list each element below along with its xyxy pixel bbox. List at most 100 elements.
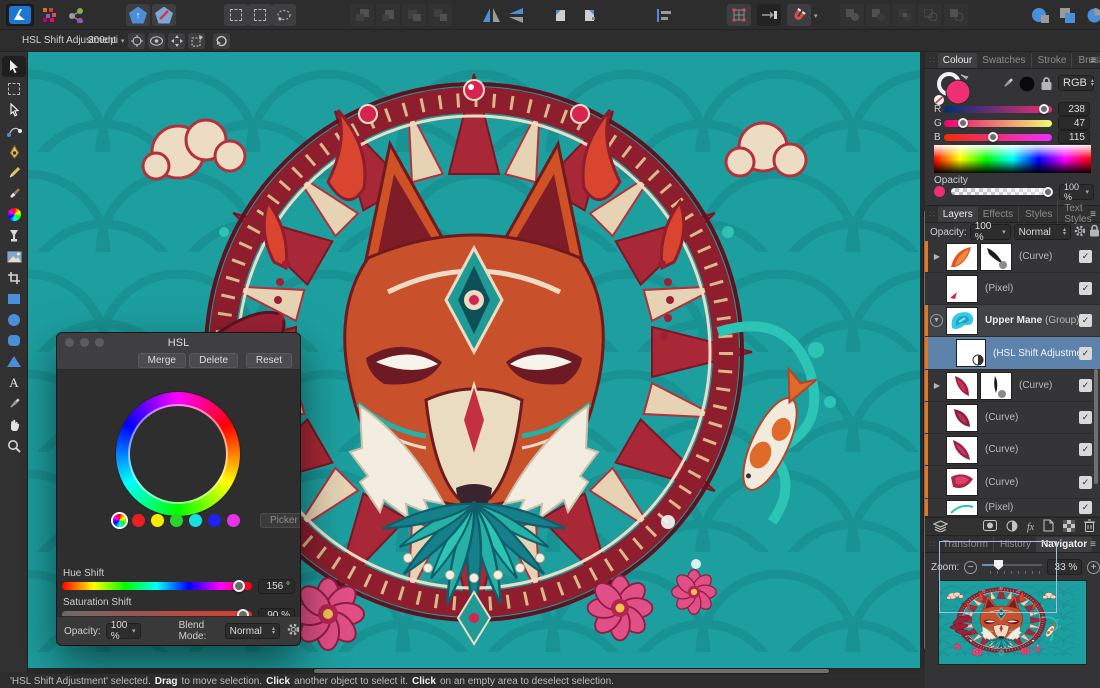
layer-row-hsl-adjustment-selected[interactable]: (HSL Shift Adjustment) — [925, 337, 1100, 370]
layer-row-curve-5[interactable]: (Curve) — [925, 466, 1100, 499]
badge-up-button[interactable]: ↑ — [126, 4, 150, 26]
expand-chevron-icon[interactable]: ▶ — [931, 252, 943, 261]
tab-stroke[interactable]: Stroke — [1030, 52, 1072, 68]
export-persona-button[interactable] — [64, 4, 88, 26]
badge-edit-button[interactable] — [152, 4, 176, 26]
tab-effects[interactable]: Effects — [978, 207, 1018, 222]
eyedropper-tool[interactable] — [2, 394, 26, 413]
hue-shift-value[interactable]: 156 ° — [258, 579, 295, 594]
layers-lock-button[interactable] — [1089, 224, 1100, 240]
reset-button[interactable]: Reset — [245, 353, 292, 368]
navigator-viewport-rect[interactable] — [939, 541, 1057, 613]
collapse-chevron-icon[interactable]: ▼ — [930, 314, 943, 327]
green-channel-value[interactable]: 47 — [1058, 116, 1090, 130]
insert-behind-button[interactable] — [248, 4, 272, 26]
panel-drag-handle[interactable]: ∷ — [929, 209, 935, 220]
layer-row-curve-4[interactable]: (Curve) — [925, 434, 1100, 466]
vector-crop-tool[interactable] — [2, 268, 26, 287]
delete-layer-button[interactable] — [1084, 519, 1096, 535]
colour-opacity-slider[interactable] — [951, 186, 1053, 197]
edit-selection-button[interactable] — [272, 4, 296, 26]
layer-row-pixel-2[interactable]: (Pixel) — [925, 499, 1100, 517]
dialog-opacity-combo[interactable]: 100 % ▾ — [105, 620, 141, 642]
tab-styles[interactable]: Styles — [1018, 206, 1057, 222]
target-button[interactable] — [128, 33, 145, 49]
blend-mode-combo[interactable]: Normal ▴ ▾ — [224, 623, 280, 639]
layer-visibility-checkbox[interactable] — [1079, 314, 1092, 327]
insert-inside-button[interactable] — [224, 4, 248, 26]
layers-opacity-combo[interactable]: 100 % ▾ — [969, 221, 1011, 243]
layer-visibility-checkbox[interactable] — [1079, 443, 1092, 456]
red-channel-slider[interactable] — [944, 104, 1052, 114]
move-to-front-button[interactable] — [350, 4, 374, 26]
layers-gear-button[interactable] — [1074, 225, 1086, 240]
layer-visibility-checkbox[interactable] — [1079, 475, 1092, 489]
merge-button[interactable]: Merge — [137, 353, 186, 368]
green-channel-slider[interactable] — [944, 118, 1052, 128]
blue-channel-value[interactable]: 115 — [1058, 130, 1090, 144]
layer-visibility-checkbox[interactable] — [1079, 346, 1092, 360]
hand-tool[interactable] — [2, 415, 26, 434]
layer-visibility-checkbox[interactable] — [1079, 501, 1092, 514]
panel-menu-icon[interactable]: ≡ — [1090, 209, 1096, 220]
hue-colour-wheel[interactable] — [116, 392, 240, 516]
hsl-dialog-titlebar[interactable]: HSL — [57, 333, 300, 352]
boolean-subtract-button[interactable] — [866, 4, 890, 26]
expand-chevron-icon[interactable]: ▶ — [931, 381, 943, 390]
geometry-pie-button[interactable] — [1082, 4, 1100, 26]
boolean-add-button[interactable] — [840, 4, 864, 26]
layer-visibility-checkbox[interactable] — [1079, 411, 1092, 424]
panel-menu-icon[interactable]: ≡ — [1090, 539, 1096, 550]
affinity-logo[interactable] — [6, 4, 34, 26]
red-channel-dot[interactable] — [132, 514, 145, 527]
tab-layers[interactable]: Layers — [937, 206, 978, 222]
cycle-selection-button[interactable] — [213, 33, 230, 49]
snapping-magnet-button[interactable] — [787, 4, 811, 26]
layer-effects-button[interactable]: fx — [1027, 522, 1034, 533]
hue-shift-slider[interactable] — [62, 580, 252, 592]
dialog-gear-button[interactable] — [287, 623, 300, 639]
layer-stack-button[interactable] — [932, 519, 949, 535]
move-backward-button[interactable] — [402, 4, 426, 26]
panel-drag-handle[interactable]: ∷ — [929, 539, 935, 550]
red-channel-value[interactable]: 238 — [1058, 102, 1090, 116]
layer-visibility-checkbox[interactable] — [1079, 250, 1092, 263]
tab-colour[interactable]: Colour — [937, 52, 978, 68]
point-transform-tool[interactable] — [2, 121, 26, 140]
pencil-tool[interactable] — [2, 163, 26, 182]
layer-row-curve-1[interactable]: ▶ (Curve) — [925, 241, 1100, 273]
colour-eyedropper[interactable] — [997, 74, 1037, 94]
geometry-merge-button[interactable] — [1056, 4, 1080, 26]
layer-row-pixel-1[interactable]: (Pixel) — [925, 273, 1100, 305]
ellipse-tool[interactable] — [2, 310, 26, 329]
layer-visibility-checkbox[interactable] — [1079, 379, 1092, 392]
snap-toggle-button[interactable] — [757, 4, 781, 26]
pixel-persona-button[interactable] — [38, 4, 62, 26]
panel-menu-icon[interactable]: ≡ — [1090, 55, 1096, 66]
rotate-ccw-button[interactable] — [549, 4, 573, 26]
colour-spectrum-box[interactable] — [934, 145, 1091, 173]
vector-brush-tool[interactable] — [2, 184, 26, 203]
layer-row-curve-3[interactable]: (Curve) — [925, 402, 1100, 434]
master-channel-dot[interactable] — [113, 514, 126, 527]
colour-mode-combo[interactable]: RGB ▴ ▾ — [1058, 75, 1094, 91]
triangle-tool[interactable] — [2, 352, 26, 371]
rounded-rectangle-tool[interactable] — [2, 331, 26, 350]
pen-tool[interactable] — [2, 142, 26, 161]
snapping-dropdown-caret[interactable]: ▾ — [814, 12, 818, 20]
flip-vertical-button[interactable] — [505, 4, 529, 26]
boolean-combine-button[interactable] — [944, 4, 968, 26]
tab-swatches[interactable]: Swatches — [977, 53, 1030, 68]
artboard-tool[interactable] — [2, 79, 26, 98]
fill-tool[interactable] — [2, 226, 26, 245]
dpi-dropdown[interactable]: 300dpi ▾ — [88, 35, 124, 46]
layers-scrollbar-thumb[interactable] — [1094, 369, 1098, 484]
move-forward-button[interactable] — [376, 4, 400, 26]
layer-visibility-checkbox[interactable] — [1079, 282, 1092, 295]
window-traffic-lights[interactable] — [65, 338, 104, 347]
alignment-button[interactable] — [652, 4, 676, 26]
picker-button[interactable]: Picker — [260, 513, 300, 528]
rectangle-tool[interactable] — [2, 289, 26, 308]
blue-channel-dot[interactable] — [208, 514, 221, 527]
colour-wheel-tool[interactable] — [2, 205, 26, 224]
